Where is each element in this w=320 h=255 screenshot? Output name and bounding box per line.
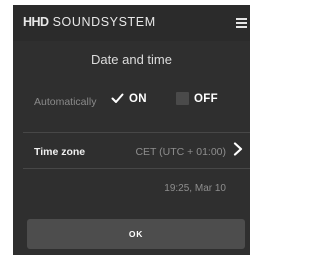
automatic-on-option[interactable]: ON bbox=[111, 92, 147, 105]
divider bbox=[23, 168, 250, 169]
brand-logo: HHD SOUNDSYSTEM bbox=[23, 15, 156, 29]
time-zone-value: CET (UTC + 01:00) bbox=[135, 146, 226, 158]
on-label: ON bbox=[129, 92, 147, 105]
chevron-right-icon[interactable] bbox=[232, 142, 244, 156]
brand-name: SOUNDSYSTEM bbox=[52, 15, 156, 29]
settings-screen: HHD SOUNDSYSTEM Date and time Automatica… bbox=[13, 5, 250, 255]
ok-button[interactable]: OK bbox=[27, 219, 245, 249]
checkmark-icon[interactable] bbox=[111, 92, 124, 105]
top-bar: HHD SOUNDSYSTEM bbox=[13, 5, 250, 41]
automatically-label: Automatically bbox=[34, 96, 97, 108]
page-title: Date and time bbox=[91, 52, 172, 67]
automatic-off-option[interactable]: OFF bbox=[176, 92, 218, 105]
unchecked-checkbox-icon[interactable] bbox=[176, 92, 189, 105]
current-datetime: 19:25, Mar 10 bbox=[164, 183, 226, 194]
hamburger-menu-icon[interactable] bbox=[236, 18, 247, 28]
time-zone-label: Time zone bbox=[34, 146, 86, 158]
brand-mark: HHD bbox=[23, 15, 49, 29]
off-label: OFF bbox=[194, 92, 218, 105]
